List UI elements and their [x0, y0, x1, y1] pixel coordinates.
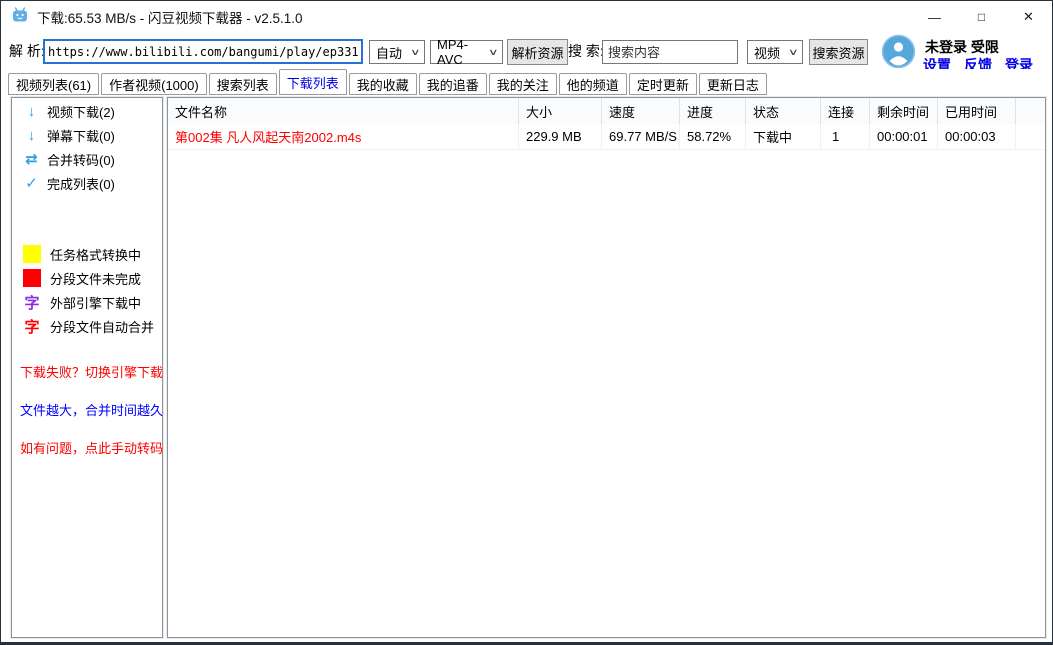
check-icon: ✓: [23, 174, 40, 192]
table-row[interactable]: 第002集 凡人风起天南2002.m4s 229.9 MB 69.77 MB/S…: [168, 124, 1045, 150]
avatar[interactable]: [881, 34, 916, 74]
format-select[interactable]: MP4-AVC ∨: [430, 40, 503, 64]
maximize-icon: □: [978, 10, 985, 24]
search-resource-button[interactable]: 搜索资源: [809, 39, 868, 65]
column-header-status[interactable]: 状态: [746, 98, 821, 124]
parse-resource-button[interactable]: 解析资源: [507, 39, 568, 65]
legend-external-engine: 字 外部引擎下载中: [12, 290, 162, 314]
column-header-connections[interactable]: 连接: [821, 98, 870, 124]
tab-strip: 视频列表(61) 作者视频(1000) 搜索列表 下载列表 我的收藏 我的追番 …: [1, 69, 1052, 95]
column-header-filler: [1016, 98, 1045, 124]
tab-scheduled-update[interactable]: 定时更新: [629, 73, 697, 95]
purple-char-icon: 字: [23, 292, 41, 313]
sidebar-item-video-download[interactable]: ↓ 视频下载(2): [12, 99, 162, 123]
column-header-speed[interactable]: 速度: [602, 98, 680, 124]
download-table-panel: 文件名称 大小 速度 进度 状态 连接 剩余时间 已用时间 第002集 凡人风起…: [167, 97, 1046, 638]
chevron-down-icon: ∨: [788, 47, 799, 58]
cell-speed: 69.77 MB/S: [602, 124, 680, 149]
chevron-down-icon: ∨: [410, 47, 421, 58]
sidebar-item-danmaku-download[interactable]: ↓ 弹幕下载(0): [12, 123, 162, 147]
chevron-down-icon: ∨: [488, 47, 499, 58]
legend-segment-incomplete: 分段文件未完成: [12, 266, 162, 290]
legend-label: 任务格式转换中: [50, 245, 141, 264]
swap-arrows-icon: ⇄: [23, 150, 40, 168]
toolbar: 解 析: 自动 ∨ MP4-AVC ∨ 解析资源 搜 索: 视频 ∨ 搜索资源 …: [1, 33, 1052, 69]
sidebar-item-label: 完成列表(0): [47, 174, 115, 193]
column-header-elapsed[interactable]: 已用时间: [938, 98, 1016, 124]
app-icon: [12, 7, 28, 28]
sidebar-item-label: 视频下载(2): [47, 102, 115, 121]
legend-format-converting: 任务格式转换中: [12, 242, 162, 266]
tab-my-bangumi[interactable]: 我的追番: [419, 73, 487, 95]
cell-connections: 1: [821, 124, 870, 149]
legend-auto-merge: 字 分段文件自动合并: [12, 314, 162, 338]
tab-my-follows[interactable]: 我的关注: [489, 73, 557, 95]
note-merge-time: 文件越大，合并时间越久: [20, 401, 163, 417]
close-icon: ✕: [1023, 9, 1034, 25]
tab-my-favorites[interactable]: 我的收藏: [349, 73, 417, 95]
minimize-icon: —: [928, 10, 941, 25]
legend-label: 分段文件自动合并: [50, 317, 154, 336]
note-manual-transcode[interactable]: 如有问题，点此手动转码: [20, 439, 163, 455]
search-input[interactable]: [602, 40, 738, 64]
tab-download-list[interactable]: 下载列表: [279, 69, 347, 95]
mode-select[interactable]: 自动 ∨: [369, 40, 425, 64]
column-header-progress[interactable]: 进度: [680, 98, 746, 124]
yellow-swatch: [23, 245, 41, 263]
search-label: 搜 索:: [568, 33, 604, 69]
cell-filename: 第002集 凡人风起天南2002.m4s: [168, 124, 519, 149]
search-type-select[interactable]: 视频 ∨: [747, 40, 803, 64]
legend-label: 分段文件未完成: [50, 269, 141, 288]
cell-elapsed: 00:00:03: [938, 124, 1016, 149]
search-type-value: 视频: [754, 43, 780, 62]
url-input[interactable]: [43, 39, 363, 64]
maximize-button[interactable]: □: [958, 1, 1005, 33]
sidebar-item-merge-transcode[interactable]: ⇄ 合并转码(0): [12, 147, 162, 171]
cell-progress: 58.72%: [680, 124, 746, 149]
red-char-icon: 字: [23, 316, 41, 337]
note-switch-engine[interactable]: 下载失败？切换引擎下载: [20, 363, 163, 379]
app-window: 下载:65.53 MB/s - 闪豆视频下载器 - v2.5.1.0 — □ ✕…: [0, 0, 1053, 645]
sidebar-item-completed-list[interactable]: ✓ 完成列表(0): [12, 171, 162, 195]
column-header-size[interactable]: 大小: [519, 98, 602, 124]
column-header-filename[interactable]: 文件名称: [168, 98, 519, 124]
red-swatch: [23, 269, 41, 287]
column-header-remaining[interactable]: 剩余时间: [870, 98, 938, 124]
window-controls: — □ ✕: [911, 1, 1052, 33]
download-arrow-icon: ↓: [23, 127, 40, 144]
tab-author-videos[interactable]: 作者视频(1000): [101, 73, 207, 95]
minimize-button[interactable]: —: [911, 1, 958, 33]
tab-video-list[interactable]: 视频列表(61): [8, 73, 99, 95]
cell-size: 229.9 MB: [519, 124, 602, 149]
legend-label: 外部引擎下载中: [50, 293, 141, 312]
tab-search-list[interactable]: 搜索列表: [209, 73, 277, 95]
format-select-value: MP4-AVC: [437, 37, 484, 67]
download-arrow-icon: ↓: [23, 103, 40, 120]
table-header: 文件名称 大小 速度 进度 状态 连接 剩余时间 已用时间: [168, 98, 1045, 125]
cell-filler: [1016, 124, 1045, 149]
cell-remaining: 00:00:01: [870, 124, 938, 149]
window-title: 下载:65.53 MB/s - 闪豆视频下载器 - v2.5.1.0: [37, 7, 303, 27]
login-status: 未登录 受限: [925, 37, 999, 57]
sidebar-item-label: 弹幕下载(0): [47, 126, 115, 145]
parse-label: 解 析:: [9, 33, 45, 69]
cell-status: 下载中: [746, 124, 821, 149]
tab-changelog[interactable]: 更新日志: [699, 73, 767, 95]
sidebar: ↓ 视频下载(2) ↓ 弹幕下载(0) ⇄ 合并转码(0) ✓ 完成列表(0) …: [11, 97, 163, 638]
tab-his-channel[interactable]: 他的频道: [559, 73, 627, 95]
mode-select-value: 自动: [376, 43, 402, 62]
titlebar: 下载:65.53 MB/s - 闪豆视频下载器 - v2.5.1.0 — □ ✕: [1, 1, 1052, 33]
close-button[interactable]: ✕: [1005, 1, 1052, 33]
sidebar-item-label: 合并转码(0): [47, 150, 115, 169]
